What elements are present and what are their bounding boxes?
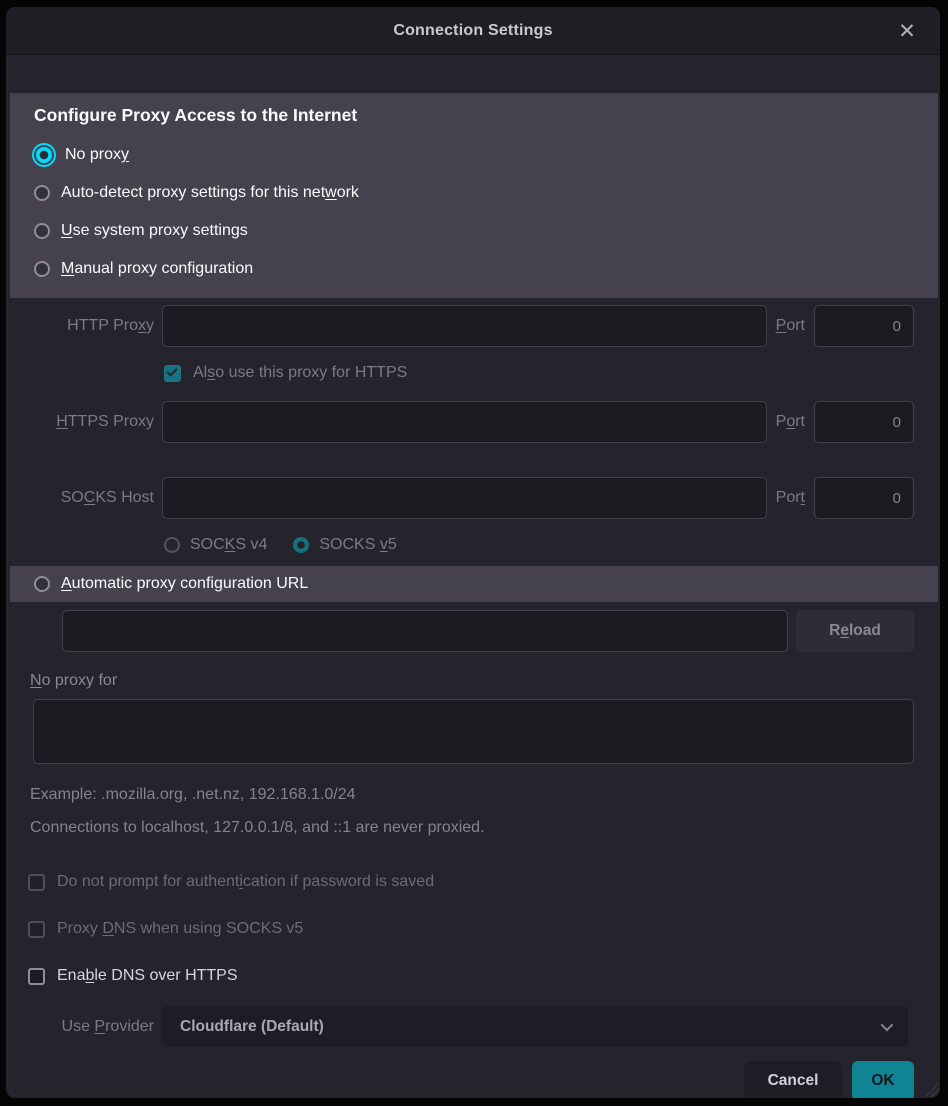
radio-no-proxy[interactable] <box>36 147 52 163</box>
socks-host-label: SOCKS Host <box>6 489 162 507</box>
dialog-titlebar: Connection Settings ✕ <box>6 7 940 55</box>
socks-v4-option[interactable]: SOCKS v4 <box>164 536 267 554</box>
radio-socks-v5[interactable] <box>293 537 309 553</box>
options-section: Do not prompt for authentication if pass… <box>6 870 940 988</box>
ok-button[interactable]: OK <box>852 1061 914 1098</box>
radio-auto-detect-label[interactable]: Auto-detect proxy settings for this netw… <box>61 184 359 202</box>
provider-row: Use Provider Cloudflare (Default) <box>6 1006 940 1047</box>
socks-v5-option[interactable]: SOCKS v5 <box>293 536 396 554</box>
https-proxy-row: HTTPS Proxy Port <box>6 401 940 443</box>
radio-no-proxy-label[interactable]: No proxy <box>65 146 129 164</box>
autoconfig-row[interactable]: Automatic proxy configuration URL <box>10 566 938 602</box>
radio-auto-detect[interactable] <box>34 185 50 201</box>
proxy-dns-label[interactable]: Proxy DNS when using SOCKS v5 <box>57 920 303 938</box>
socks-port-input[interactable] <box>814 477 914 519</box>
socks-v4-label[interactable]: SOCKS v4 <box>190 536 267 554</box>
chevron-down-icon <box>881 1019 894 1032</box>
socks-version-row: SOCKS v4 SOCKS v5 <box>164 534 940 556</box>
http-port-label: Port <box>776 317 805 335</box>
radio-system-proxy[interactable] <box>34 223 50 239</box>
dialog-title: Connection Settings <box>393 22 552 40</box>
provider-dropdown[interactable]: Cloudflare (Default) <box>162 1006 908 1047</box>
radio-autoconfig[interactable] <box>34 576 50 592</box>
checkmark-icon <box>166 365 177 376</box>
checkbox-also-https[interactable] <box>164 365 181 382</box>
radio-row-system-proxy[interactable]: Use system proxy settings <box>30 212 918 250</box>
no-proxy-example-text: Example: .mozilla.org, .net.nz, 192.168.… <box>30 786 940 804</box>
enable-doh-label[interactable]: Enable DNS over HTTPS <box>57 967 238 985</box>
radio-row-manual-proxy[interactable]: Manual proxy configuration <box>30 250 918 288</box>
socks-v5-label[interactable]: SOCKS v5 <box>319 536 396 554</box>
https-port-input[interactable] <box>814 401 914 443</box>
radio-row-auto-detect[interactable]: Auto-detect proxy settings for this netw… <box>30 174 918 212</box>
https-proxy-label: HTTPS Proxy <box>6 413 162 431</box>
cancel-button[interactable]: Cancel <box>744 1061 842 1098</box>
also-https-label[interactable]: Also use this proxy for HTTPS <box>193 364 407 382</box>
no-proxy-for-textarea[interactable] <box>33 699 914 764</box>
radio-manual-proxy-label[interactable]: Manual proxy configuration <box>61 260 253 278</box>
enable-doh-row[interactable]: Enable DNS over HTTPS <box>6 964 940 988</box>
http-proxy-input[interactable] <box>162 305 767 347</box>
http-proxy-row: HTTP Proxy Port <box>6 305 940 347</box>
no-proxy-note-text: Connections to localhost, 127.0.0.1/8, a… <box>30 819 940 837</box>
checkbox-enable-doh[interactable] <box>28 968 45 985</box>
provider-selected-value: Cloudflare (Default) <box>180 1018 881 1036</box>
use-provider-label: Use Provider <box>6 1018 162 1036</box>
section-heading: Configure Proxy Access to the Internet <box>30 101 918 136</box>
dialog-footer: Cancel OK <box>6 1061 940 1098</box>
close-icon[interactable]: ✕ <box>890 7 924 55</box>
no-prompt-row[interactable]: Do not prompt for authentication if pass… <box>6 870 940 894</box>
no-proxy-for-label: No proxy for <box>30 672 940 690</box>
radio-system-proxy-label[interactable]: Use system proxy settings <box>61 222 248 240</box>
radio-manual-proxy[interactable] <box>34 261 50 277</box>
proxy-mode-section: Configure Proxy Access to the Internet N… <box>10 93 938 298</box>
proxy-dns-row[interactable]: Proxy DNS when using SOCKS v5 <box>6 917 940 941</box>
pac-url-row: Reload <box>6 610 940 652</box>
checkbox-no-prompt-auth[interactable] <box>28 874 45 891</box>
https-proxy-input[interactable] <box>162 401 767 443</box>
checkbox-proxy-dns[interactable] <box>28 921 45 938</box>
socks-host-row: SOCKS Host Port <box>6 477 940 519</box>
socks-host-input[interactable] <box>162 477 767 519</box>
reload-button[interactable]: Reload <box>796 610 914 652</box>
connection-settings-dialog: Connection Settings ✕ Configure Proxy Ac… <box>6 7 940 1098</box>
also-https-row[interactable]: Also use this proxy for HTTPS <box>164 361 940 385</box>
socks-port-label: Port <box>776 489 805 507</box>
pac-url-input[interactable] <box>62 610 788 652</box>
radio-row-no-proxy[interactable]: No proxy <box>30 136 918 174</box>
https-port-label: Port <box>776 413 805 431</box>
http-port-input[interactable] <box>814 305 914 347</box>
radio-socks-v4[interactable] <box>164 537 180 553</box>
autoconfig-label[interactable]: Automatic proxy configuration URL <box>61 575 308 593</box>
http-proxy-label: HTTP Proxy <box>6 317 162 335</box>
no-prompt-auth-label[interactable]: Do not prompt for authentication if pass… <box>57 873 434 891</box>
